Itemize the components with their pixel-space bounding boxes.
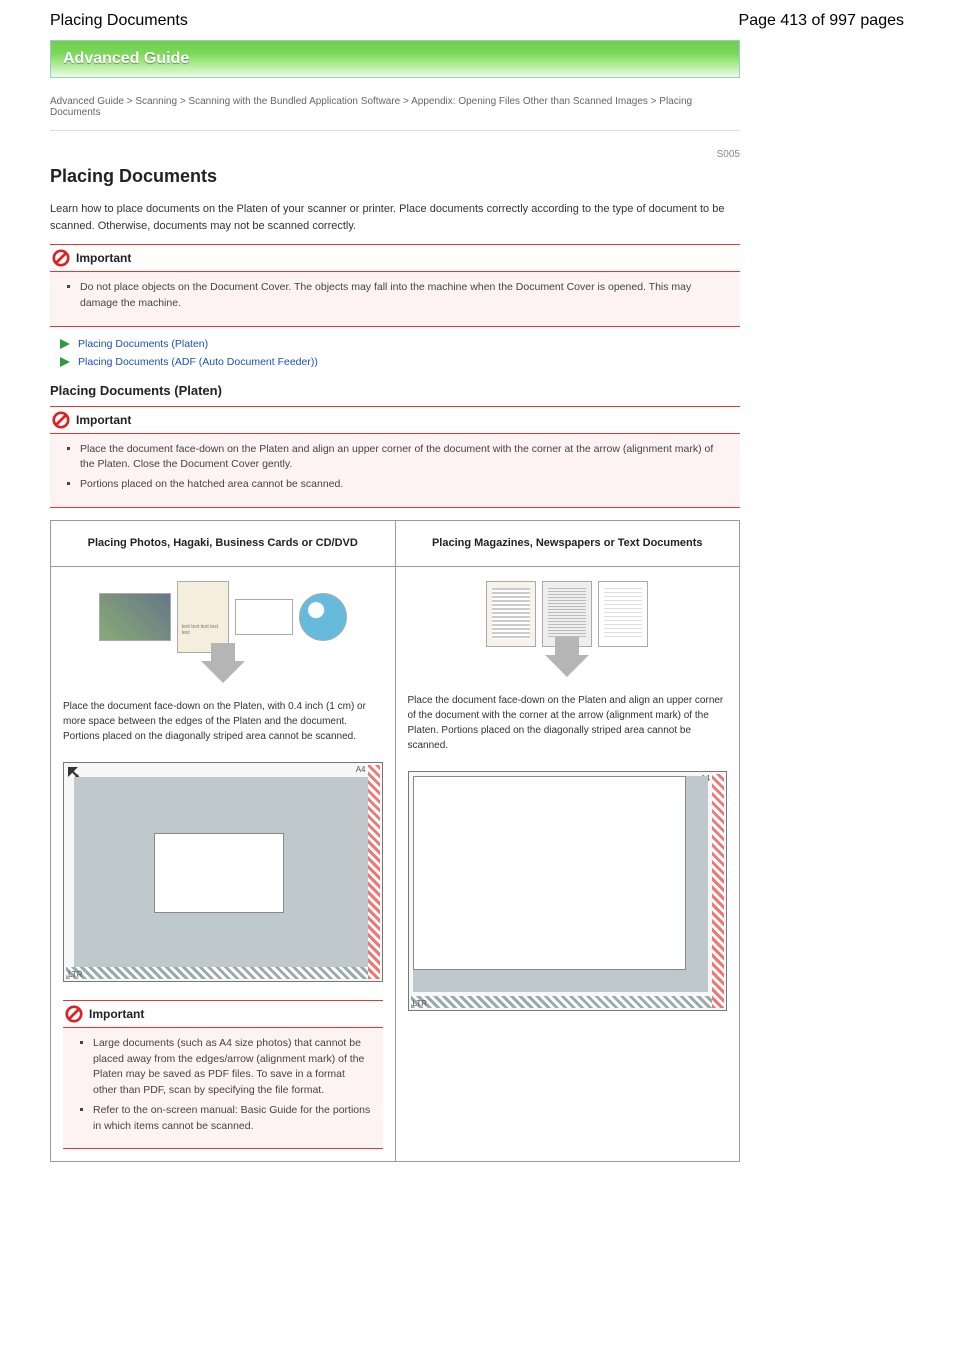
important-label: Important [76,413,131,427]
important-item: Do not place objects on the Document Cov… [80,280,728,312]
banner-label: Advanced Guide [63,50,189,68]
page-header: Placing Documents Page 413 of 997 pages [50,12,904,30]
thumb-card [235,599,293,635]
divider [50,130,740,131]
important-label: Important [89,1007,144,1021]
important-body: Large documents (such as A4 size photos)… [63,1027,383,1149]
section-heading: Placing Documents (Platen) [50,383,740,398]
thumb-text-doc [598,581,648,647]
page-title: Placing Documents [50,166,740,187]
col-documents: Placing Magazines, Newspapers or Text Do… [396,521,740,1162]
hatched-bottom [66,967,368,979]
important-box-1: Important Do not place objects on the Do… [50,244,740,327]
page-counter: Page 413 of 997 pages [739,12,904,30]
col-instructions: Place the document face-down on the Plat… [51,691,395,754]
label-ltr: LTR [68,970,83,979]
label-a4: A4 [356,765,366,774]
hatched-right [368,765,380,979]
important-item: Portions placed on the hatched area cann… [80,477,728,493]
link-placing-platen[interactable]: Placing Documents (Platen) [78,338,208,350]
important-item: Large documents (such as A4 size photos)… [93,1036,371,1099]
platen-figure: A4 LTR [51,754,395,994]
col-head: Placing Photos, Hagaki, Business Cards o… [51,521,395,567]
col-instructions: Place the document face-down on the Plat… [396,685,740,763]
prohibit-icon [65,1005,83,1023]
prohibit-icon [52,249,70,267]
arrow-down-icon [201,661,245,683]
important-title: Important [50,245,740,271]
important-box-2: Important Place the document face-down o… [50,406,740,508]
banner-advanced-guide: Advanced Guide [50,40,740,78]
link-row-2: Placing Documents (ADF (Auto Document Fe… [50,355,740,369]
doc-outline [413,776,687,970]
important-label: Important [76,251,131,265]
platen-figure: A4 LTR [396,763,740,1023]
doc-outline [154,833,284,913]
important-title: Important [63,1001,383,1027]
link-placing-adf[interactable]: Placing Documents (ADF (Auto Document Fe… [78,356,318,368]
arrow-down-icon [545,655,589,677]
breadcrumb: Advanced Guide > Scanning > Scanning wit… [50,96,740,118]
page-body: Advanced Guide > Scanning > Scanning wit… [50,78,740,1162]
important-title: Important [50,407,740,433]
important-box-3: Important Large documents (such as A4 si… [63,1000,383,1150]
page-code: S005 [50,149,740,160]
col-photos: Placing Photos, Hagaki, Business Cards o… [51,521,396,1162]
hatched-right [712,774,724,1008]
prohibit-icon [52,411,70,429]
important-body: Do not place objects on the Document Cov… [50,271,740,326]
two-column-grid: Placing Photos, Hagaki, Business Cards o… [50,520,740,1163]
important-body: Place the document face-down on the Plat… [50,433,740,507]
thumb-photo [99,593,171,641]
thumb-magazine [486,581,536,647]
important-item: Place the document face-down on the Plat… [80,442,728,474]
important-item: Refer to the on-screen manual: Basic Gui… [93,1103,371,1135]
intro-paragraph: Learn how to place documents on the Plat… [50,201,740,234]
arrow-right-icon [58,355,72,369]
col-head: Placing Magazines, Newspapers or Text Do… [396,521,740,567]
label-ltr: LTR [413,999,428,1008]
thumb-cd [299,593,347,641]
arrow-right-icon [58,337,72,351]
link-row-1: Placing Documents (Platen) [50,337,740,351]
doc-title: Placing Documents [50,12,188,30]
hatched-bottom [411,996,713,1008]
